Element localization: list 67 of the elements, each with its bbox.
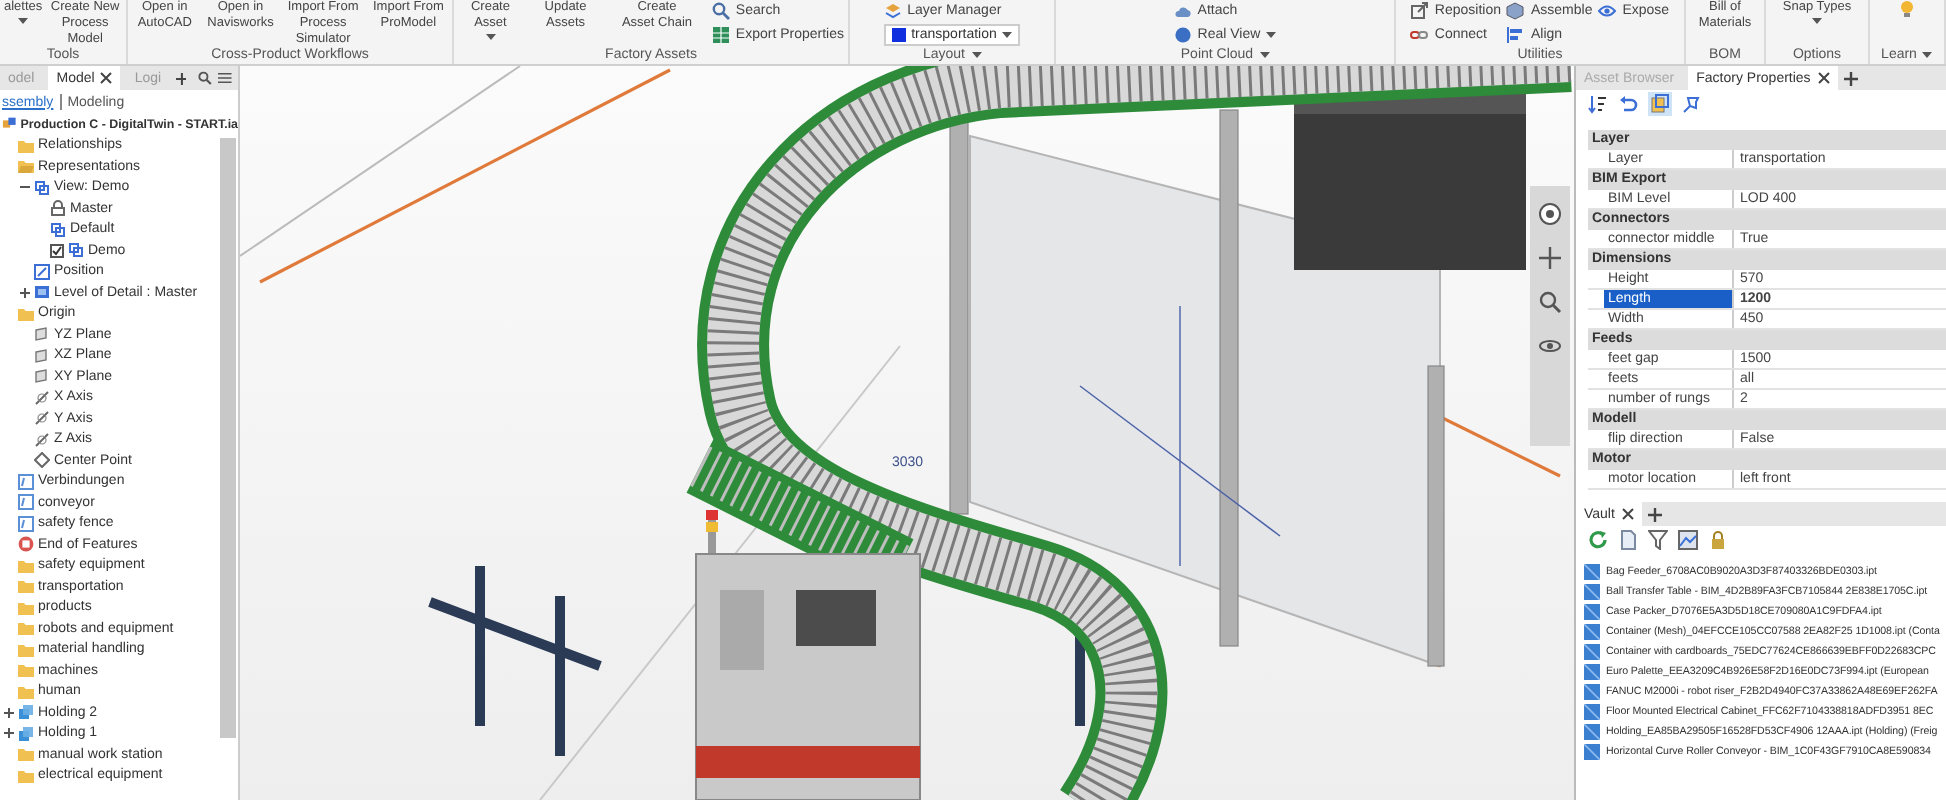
folder-icon [18,158,34,175]
stop-icon [18,536,34,553]
eye-icon [1598,2,1617,20]
zoom-icon[interactable] [1538,290,1562,314]
scrollbar[interactable] [220,138,236,738]
pin-icon[interactable] [1682,94,1702,114]
assembly-icon [2,116,17,133]
steering-wheel-icon[interactable] [1538,202,1562,226]
menu-icon[interactable] [218,70,232,86]
axis-icon [34,431,50,448]
position-icon [34,263,50,280]
align-icon [1506,26,1525,44]
image-icon[interactable] [1678,530,1698,550]
part-file-icon [1584,664,1600,680]
add-tab-icon[interactable] [175,71,187,85]
axis-icon [34,410,50,427]
search-icon[interactable] [198,70,213,86]
part-file-icon [1584,644,1600,660]
orbit-icon[interactable] [1538,334,1562,358]
sketch-icon [18,473,34,490]
part-file-icon [1584,564,1600,580]
lightbulb-icon[interactable] [1898,0,1916,18]
sketch-icon [18,515,34,532]
undo-icon[interactable] [1618,94,1638,114]
table-icon [711,26,730,44]
cloud-icon [1173,2,1192,20]
collapse-toggle[interactable] [20,182,30,193]
axis-icon [34,389,50,406]
view-icon [50,221,66,238]
close-icon[interactable] [1622,508,1635,520]
lock-icon [50,200,66,217]
sketch-icon [18,494,34,511]
view-icon [34,179,50,196]
sort-icon[interactable] [1588,94,1608,114]
layer-color-swatch [891,28,906,42]
checkbox[interactable] [50,243,64,258]
cube-icon [1506,2,1525,20]
part-file-icon [1584,584,1600,600]
part-file-icon [1584,744,1600,760]
part-file-icon [1584,704,1600,720]
filter-icon[interactable] [1648,530,1668,550]
search-icon [711,2,730,20]
globe-icon [1173,26,1192,44]
expand-toggle[interactable] [20,287,30,298]
pan-icon[interactable] [1538,246,1562,270]
part-file-icon [1584,604,1600,620]
part-file-icon [1584,724,1600,740]
close-icon[interactable] [1818,72,1831,84]
move-icon [1410,2,1429,20]
add-tab-icon[interactable] [1844,71,1859,85]
detail-level-icon [34,284,50,301]
expand-toggle[interactable] [4,728,14,739]
part-file-icon [1584,624,1600,640]
view-icon [68,242,84,259]
expand-toggle[interactable] [4,707,14,718]
folder-icon [18,137,34,154]
lock-icon[interactable] [1708,530,1728,550]
close-icon[interactable] [100,72,113,84]
refresh-icon[interactable] [1588,530,1608,550]
part-file-icon [1584,684,1600,700]
link-icon [1410,26,1429,44]
copy-properties-icon[interactable] [1648,92,1672,116]
add-tab-icon[interactable] [1648,507,1663,521]
folder-icon [18,305,34,322]
point-icon [34,452,50,469]
document-icon[interactable] [1618,530,1638,550]
layers-icon [883,2,902,20]
